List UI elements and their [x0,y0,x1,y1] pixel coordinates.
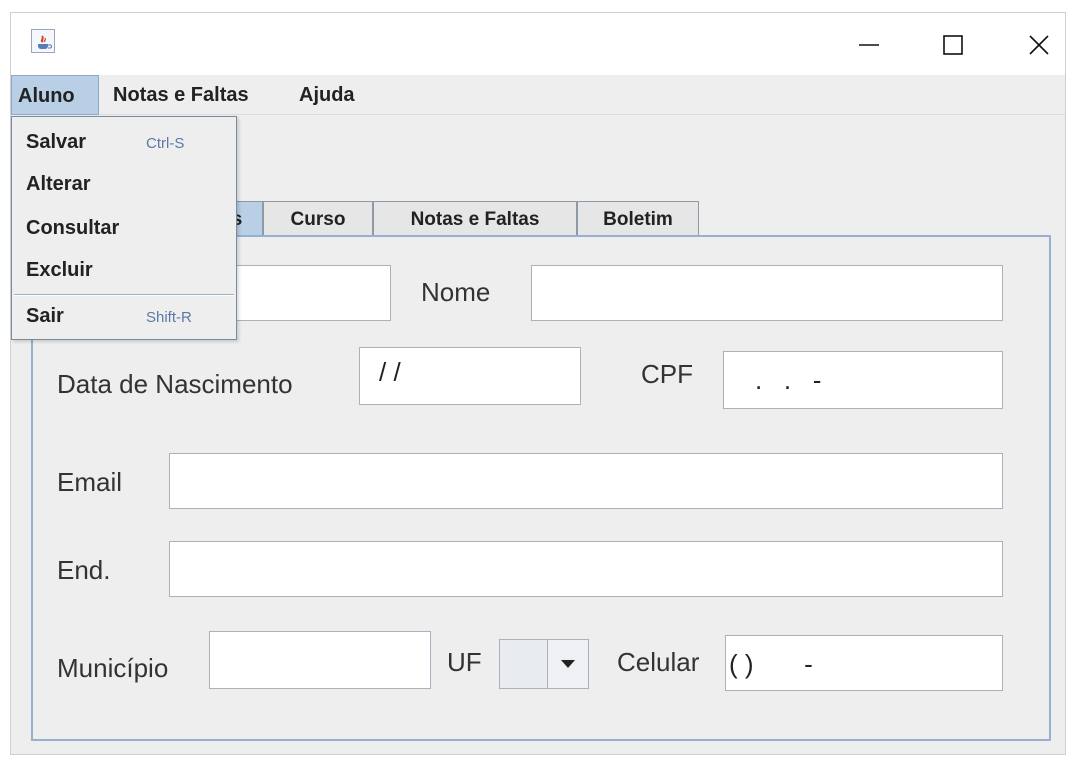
tab-notas-e-faltas[interactable]: Notas e Faltas [373,201,577,237]
email-label: Email [57,467,123,497]
tab-label: Boletim [603,208,673,230]
java-cup-icon [31,29,55,53]
sair-accelerator: Shift-R [146,309,192,326]
tab-label: Curso [290,208,346,230]
data-nascimento-label: Data de Nascimento [57,369,293,399]
uf-dropdown-button[interactable] [547,640,588,688]
menu-ajuda[interactable]: Ajuda [293,75,361,115]
cpf-label: CPF [641,359,693,389]
email-field[interactable] [169,453,1003,509]
salvar-accelerator: Ctrl-S [146,135,185,152]
menu-item-excluir[interactable]: Excluir [26,259,93,282]
data-nascimento-field[interactable] [359,347,581,405]
maximize-button[interactable] [933,25,973,65]
menu-notas-e-faltas[interactable]: Notas e Faltas [107,75,255,115]
endereco-field[interactable] [169,541,1003,597]
close-icon [1029,35,1049,55]
endereco-label: End. [57,555,111,585]
minimize-button[interactable] [849,25,889,65]
municipio-field[interactable] [209,631,431,689]
nome-field[interactable] [531,265,1003,321]
menu-aluno[interactable]: Aluno [11,75,99,115]
nome-label: Nome [421,277,491,307]
menu-item-alterar[interactable]: Alterar [26,173,90,196]
title-bar [11,13,1065,75]
municipio-label: Município [57,653,169,683]
menu-item-sair[interactable]: Sair [26,305,64,328]
chevron-down-icon [561,660,575,668]
tab-label: Notas e Faltas [410,208,540,230]
tab-curso[interactable]: Curso [263,201,373,237]
close-button[interactable] [1019,25,1059,65]
celular-field[interactable] [725,635,1003,691]
maximize-icon [943,35,963,55]
celular-label: Celular [617,647,700,677]
menu-aluno-dropdown: Salvar Ctrl-S Alterar Consultar Excluir … [11,116,237,340]
menu-item-salvar[interactable]: Salvar [26,131,86,154]
menu-separator [14,294,234,296]
uf-label: UF [447,647,482,677]
menu-bar: Aluno Notas e Faltas Ajuda [11,75,1065,115]
menu-item-consultar[interactable]: Consultar [26,217,119,240]
main-window: Aluno Notas e Faltas Ajuda s Curso Notas… [10,12,1066,755]
cpf-field[interactable] [723,351,1003,409]
minimize-icon [859,44,879,46]
uf-combobox[interactable] [499,639,589,689]
tab-boletim[interactable]: Boletim [577,201,699,237]
